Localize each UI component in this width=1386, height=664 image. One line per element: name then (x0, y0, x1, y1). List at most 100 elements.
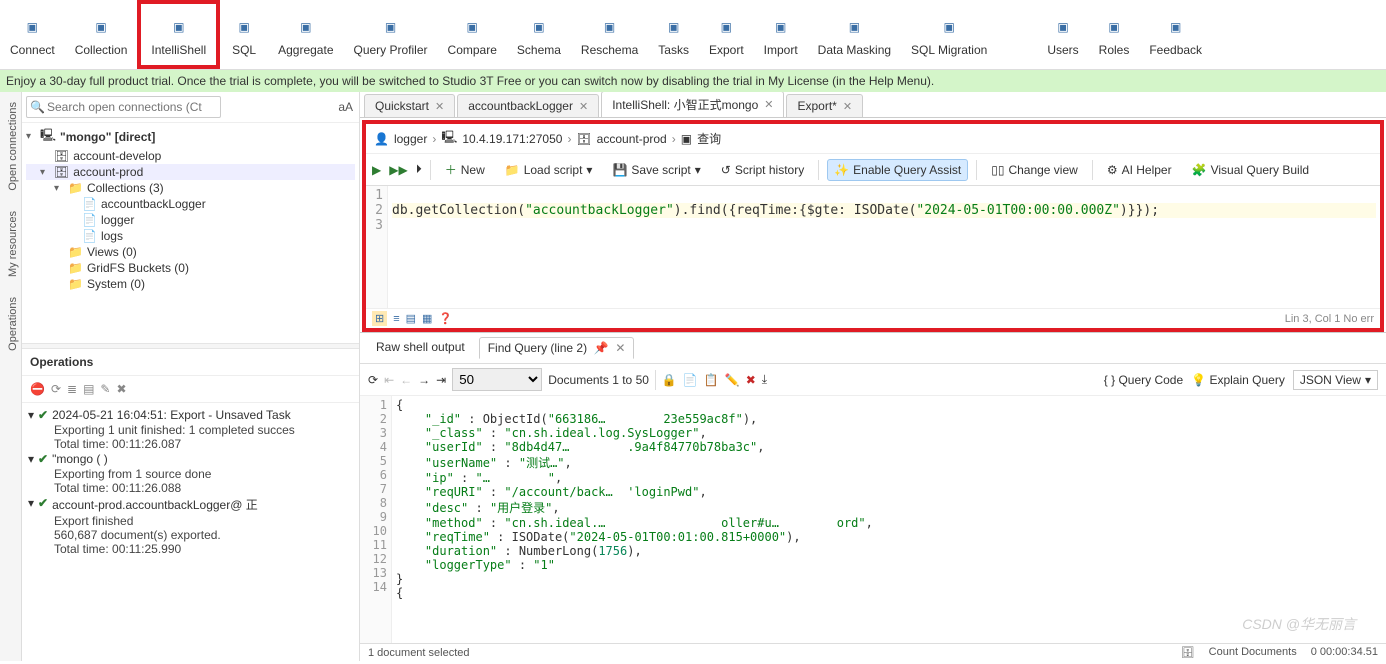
side-tab-open-connections[interactable]: Open connections (0, 92, 21, 201)
case-toggle[interactable]: aA (336, 100, 355, 114)
toolbar-compare[interactable]: ▣Compare (438, 0, 507, 69)
add-doc-icon[interactable]: 📄 (683, 373, 698, 387)
view-mode-icon[interactable]: ▦ (422, 312, 432, 325)
view-mode-select[interactable]: JSON View▾ (1293, 370, 1378, 390)
tree-root[interactable]: ▾🖳 "mongo" [direct] (26, 125, 355, 148)
tree-node[interactable]: 📄logger (26, 212, 355, 228)
view-mode-icon[interactable]: ▤ (406, 312, 416, 325)
tree-node[interactable]: 📁GridFS Buckets (0) (26, 260, 355, 276)
tree-node[interactable]: 📁System (0) (26, 276, 355, 292)
operation-item[interactable]: ▾✔2024-05-21 16:04:51: Export - Unsaved … (28, 407, 353, 423)
close-icon[interactable]: ✕ (579, 100, 588, 113)
count-documents[interactable]: Count Documents (1209, 646, 1297, 659)
run-selection-icon[interactable]: ▶▶ (389, 163, 407, 177)
operation-item[interactable]: ▾✔account-prod.accountbackLogger@ 正 (28, 495, 353, 514)
tree-node[interactable]: 📄logs (26, 228, 355, 244)
toolbar-connect[interactable]: ▣Connect (0, 0, 65, 69)
clear-icon[interactable]: ✎ (100, 382, 110, 396)
refresh-icon[interactable]: ⟳ (368, 373, 378, 387)
toolbar-sql[interactable]: ▣SQL (220, 0, 268, 69)
page-size-select[interactable]: 50 (452, 368, 542, 391)
search-input[interactable] (26, 96, 221, 118)
side-tab-operations[interactable]: Operations (0, 287, 21, 361)
toolbar-roles[interactable]: ▣Roles (1089, 0, 1140, 69)
toolbar-aggregate[interactable]: ▣Aggregate (268, 0, 343, 69)
toolbar-feedback[interactable]: ▣Feedback (1139, 0, 1212, 69)
toolbar-sql-migration[interactable]: ▣SQL Migration (901, 0, 997, 69)
toolbar-reschema[interactable]: ▣Reschema (571, 0, 648, 69)
close-icon[interactable]: ✕ (435, 100, 444, 113)
json-content[interactable]: { "_id" : ObjectId("663186… 23e559ac8f")… (392, 396, 1386, 643)
tree-node[interactable]: 🗄account-develop (26, 148, 355, 164)
intellishell-toolbar: ▶ ▶▶ ⏵ ＋New 📁Load script▾ 💾Save script▾ … (366, 154, 1380, 186)
tab-find-query[interactable]: Find Query (line 2) 📌 ✕ (479, 337, 635, 359)
load-script-button[interactable]: 📁Load script▾ (499, 160, 599, 180)
first-page-icon[interactable]: ⇤ (384, 373, 394, 387)
breadcrumb-shell[interactable]: 查询 (697, 130, 721, 147)
operation-item[interactable]: ▾✔"mongo ( ) (28, 451, 353, 467)
toolbar-query-profiler[interactable]: ▣Query Profiler (344, 0, 438, 69)
list-icon[interactable]: ≣ (67, 382, 77, 396)
help-icon[interactable]: ❓ (438, 312, 452, 325)
export-icon[interactable]: ⤓ (762, 372, 767, 387)
save-script-button[interactable]: 💾Save script▾ (606, 160, 706, 180)
editor-tab[interactable]: Export*✕ (786, 94, 863, 117)
toolbar-tasks[interactable]: ▣Tasks (648, 0, 699, 69)
toolbar-collection[interactable]: ▣Collection (65, 0, 138, 69)
sql-icon: ▣ (230, 13, 258, 41)
toolbar-users[interactable]: ▣Users (1037, 0, 1088, 69)
tab-raw-output[interactable]: Raw shell output (368, 337, 473, 359)
script-history-button[interactable]: ↺Script history (715, 160, 810, 180)
side-tab-my-resources[interactable]: My resources (0, 201, 21, 287)
tree-node[interactable]: ▾📁Collections (3) (26, 180, 355, 196)
ai-helper-button[interactable]: ⚙AI Helper (1101, 160, 1178, 180)
plus-icon: ＋ (445, 161, 457, 178)
enable-query-assist-button[interactable]: ✨Enable Query Assist (827, 159, 968, 181)
view-mode-icon[interactable]: ⊞ (372, 311, 387, 326)
close-icon[interactable]: ✕ (615, 341, 625, 355)
query-code-button[interactable]: { } Query Code (1104, 373, 1183, 387)
editor-tab[interactable]: accountbackLogger✕ (457, 94, 599, 117)
editor-tab[interactable]: IntelliShell: 小智正式mongo✕ (601, 92, 784, 117)
toolbar-label: Schema (517, 43, 561, 57)
next-page-icon[interactable]: → (418, 373, 430, 387)
refresh-icon[interactable]: ⟳ (51, 382, 61, 396)
view-mode-icon[interactable]: ≡ (393, 313, 399, 325)
wand-icon: ✨ (834, 163, 849, 177)
toolbar-schema[interactable]: ▣Schema (507, 0, 571, 69)
lock-icon[interactable]: 🔒 (662, 373, 677, 387)
toolbar-export[interactable]: ▣Export (699, 0, 754, 69)
delete-icon[interactable]: ✖ (746, 373, 756, 387)
close-icon[interactable]: ✕ (843, 100, 852, 113)
count-icon[interactable]: 🗄 (1181, 646, 1195, 659)
tree-node[interactable]: 📁Views (0) (26, 244, 355, 260)
json-output[interactable]: 1234567891011121314 { "_id" : ObjectId("… (360, 396, 1386, 643)
edit-icon[interactable]: ✏️ (725, 373, 740, 387)
close-icon[interactable]: ✕ (764, 98, 773, 111)
explain-query-button[interactable]: 💡 Explain Query (1191, 373, 1285, 387)
breadcrumb-host[interactable]: 10.4.19.171:27050 (462, 132, 562, 146)
chevron-down-icon: ▾ (695, 163, 701, 177)
visual-query-button[interactable]: 🧩Visual Query Build (1186, 160, 1315, 180)
toolbar-import[interactable]: ▣Import (754, 0, 808, 69)
trash-icon[interactable]: ✖ (116, 382, 126, 396)
copy-icon[interactable]: 📋 (704, 373, 719, 387)
change-view-button[interactable]: ▯▯Change view (985, 160, 1084, 180)
grid-icon[interactable]: ▤ (83, 382, 94, 396)
new-button[interactable]: ＋New (439, 158, 491, 181)
code-area[interactable]: db.getCollection("accountbackLogger").fi… (388, 186, 1380, 308)
breadcrumb-user[interactable]: logger (394, 132, 427, 146)
toolbar-intellishell[interactable]: ▣IntelliShell (137, 0, 220, 69)
editor-tab[interactable]: Quickstart✕ (364, 94, 455, 117)
prev-page-icon[interactable]: ← (400, 373, 412, 387)
stop-icon[interactable]: ⛔ (30, 382, 45, 396)
run-line-icon[interactable]: ⏵ (416, 162, 422, 177)
tree-node[interactable]: ▾🗄account-prod (26, 164, 355, 180)
toolbar-data-masking[interactable]: ▣Data Masking (808, 0, 901, 69)
pin-icon[interactable]: 📌 (594, 341, 609, 355)
code-editor[interactable]: 123 db.getCollection("accountbackLogger"… (366, 186, 1380, 308)
breadcrumb-db[interactable]: account-prod (597, 132, 667, 146)
last-page-icon[interactable]: ⇥ (436, 373, 446, 387)
run-icon[interactable]: ▶ (372, 163, 381, 177)
tree-node[interactable]: 📄accountbackLogger (26, 196, 355, 212)
